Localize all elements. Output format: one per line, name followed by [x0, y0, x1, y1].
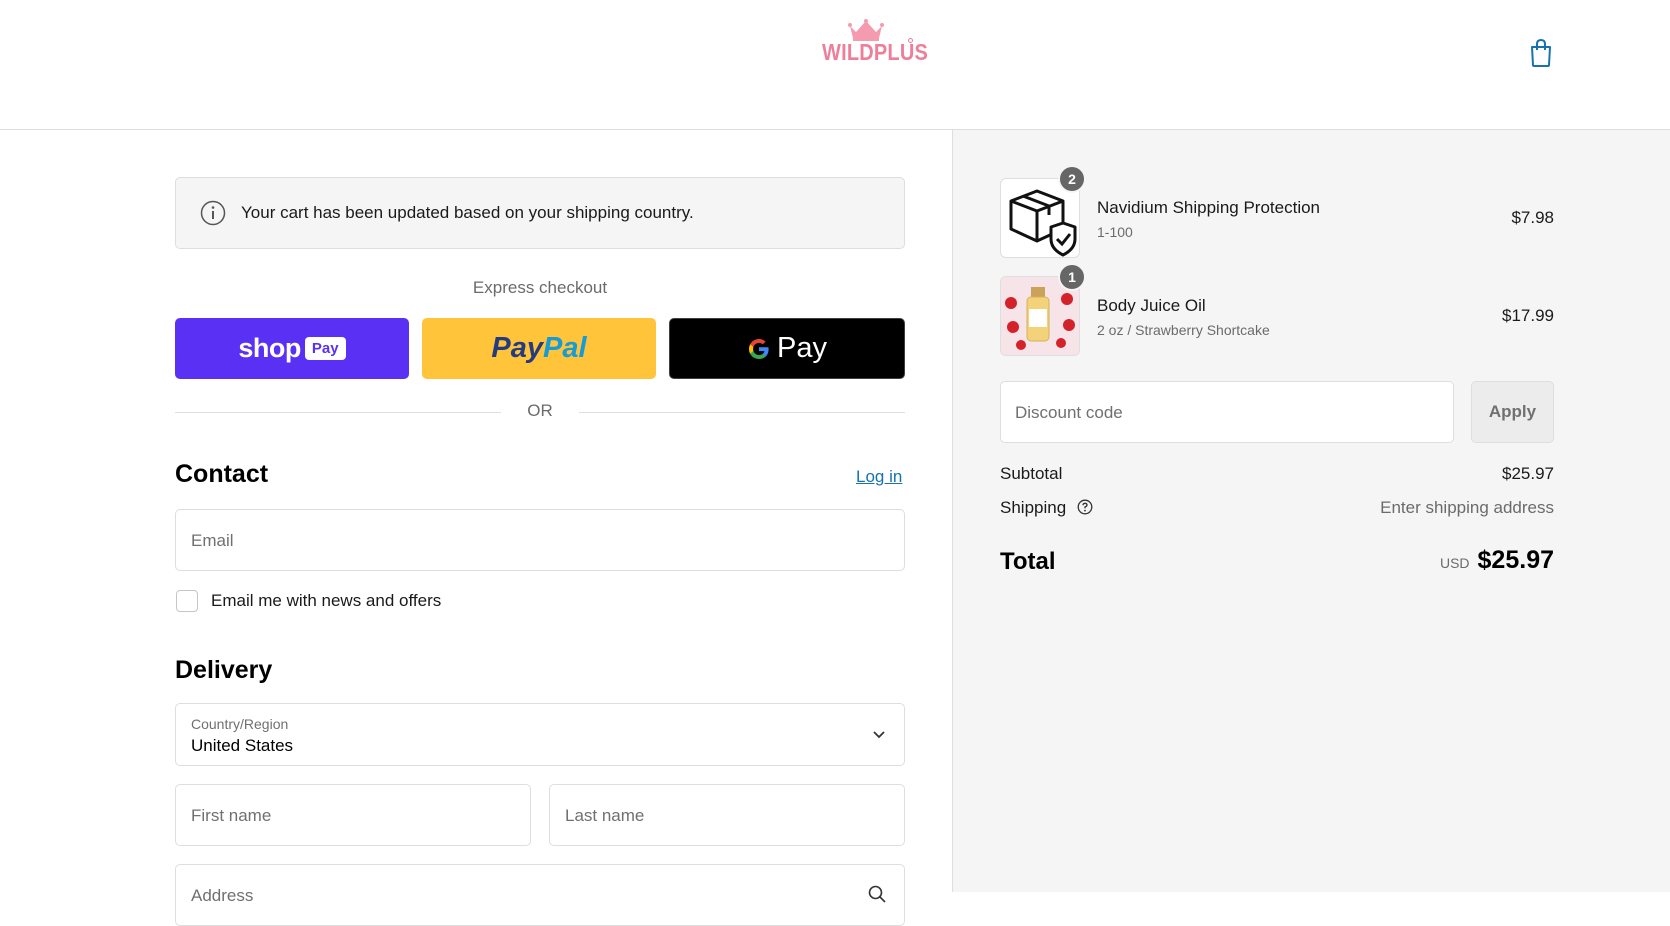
header: WILDPLUS	[0, 0, 1670, 130]
log-in-link[interactable]: Log in	[856, 467, 902, 487]
google-g-icon	[749, 338, 769, 359]
line-item: 1 Body Juice Oil 2 oz / Strawberry Short…	[1000, 263, 1554, 356]
divider-left	[175, 412, 501, 413]
paypal-wordmark-pay: Pay	[491, 332, 544, 364]
cart-button[interactable]	[1528, 38, 1554, 68]
item-price: $17.99	[1502, 306, 1554, 325]
info-icon	[200, 200, 226, 226]
last-name-field[interactable]: Last name	[549, 784, 905, 846]
currency-code: USD	[1439, 555, 1470, 571]
paypal-button[interactable]: Pay Pal	[422, 318, 656, 379]
address-field[interactable]: Address	[175, 864, 905, 926]
email-placeholder: Email	[191, 531, 234, 550]
item-name: Navidium Shipping Protection	[1097, 198, 1321, 217]
country-select[interactable]: Country/Region United States	[175, 703, 905, 766]
country-label: Country/Region	[191, 716, 289, 732]
total-amount: USD $25.97	[1440, 546, 1554, 575]
cart-updated-notice: Your cart has been updated based on your…	[175, 177, 905, 249]
registered-mark	[908, 38, 913, 43]
quantity-badge: 2	[1058, 165, 1086, 193]
first-name-field[interactable]: First name	[175, 784, 531, 846]
notice-message: Your cart has been updated based on your…	[241, 203, 694, 222]
line-item: 2 Navidium Shipping Protection 1-100 $7.…	[1000, 165, 1554, 258]
chevron-down-icon	[873, 731, 885, 739]
subtotal-row: Subtotal $25.97	[1000, 464, 1554, 484]
express-checkout-label: Express checkout	[472, 278, 608, 297]
item-name: Body Juice Oil	[1097, 296, 1206, 315]
google-pay-wordmark: Pay	[777, 332, 827, 364]
apply-discount-button[interactable]: Apply	[1471, 381, 1554, 443]
newsletter-checkbox[interactable]	[176, 590, 198, 612]
total-value: $25.97	[1477, 546, 1554, 574]
or-divider-text: OR	[527, 401, 553, 420]
search-icon	[868, 885, 886, 903]
divider-right	[579, 412, 905, 413]
item-variant: 1-100	[1097, 224, 1133, 240]
shipping-label: Shipping	[1000, 498, 1067, 517]
google-pay-button[interactable]: Pay	[669, 318, 905, 379]
help-circle-icon[interactable]	[1077, 499, 1093, 515]
shipping-value: Enter shipping address	[1380, 498, 1554, 517]
subtotal-value: $25.97	[1502, 464, 1554, 483]
last-name-placeholder: Last name	[565, 806, 645, 825]
contact-heading: Contact	[175, 460, 269, 488]
paypal-wordmark-pal: Pal	[543, 332, 587, 364]
newsletter-label[interactable]: Email me with news and offers	[211, 591, 441, 611]
store-logo[interactable]: WILDPLUS	[822, 18, 928, 70]
shipping-row: Shipping Enter shipping address	[1000, 498, 1554, 518]
quantity-badge: 1	[1058, 263, 1086, 291]
email-field[interactable]: Email	[175, 509, 905, 571]
delivery-heading: Delivery	[175, 656, 273, 684]
brand-name: WILDPLUS	[822, 40, 929, 66]
country-value: United States	[191, 736, 294, 755]
address-placeholder: Address	[191, 886, 254, 905]
subtotal-label: Subtotal	[1000, 464, 1063, 483]
discount-code-field[interactable]: Discount code	[1000, 381, 1454, 443]
shopping-bag-icon	[1531, 38, 1551, 67]
shop-pay-wordmark: shop	[238, 333, 301, 363]
shop-pay-pill: Pay	[304, 337, 346, 360]
item-variant: 2 oz / Strawberry Shortcake	[1097, 322, 1270, 338]
discount-placeholder: Discount code	[1015, 403, 1123, 422]
first-name-placeholder: First name	[191, 806, 272, 825]
item-price: $7.98	[1511, 208, 1554, 227]
crown-icon	[848, 19, 884, 41]
total-label: Total	[1000, 548, 1056, 575]
shop-pay-button[interactable]: shop Pay	[175, 318, 409, 379]
